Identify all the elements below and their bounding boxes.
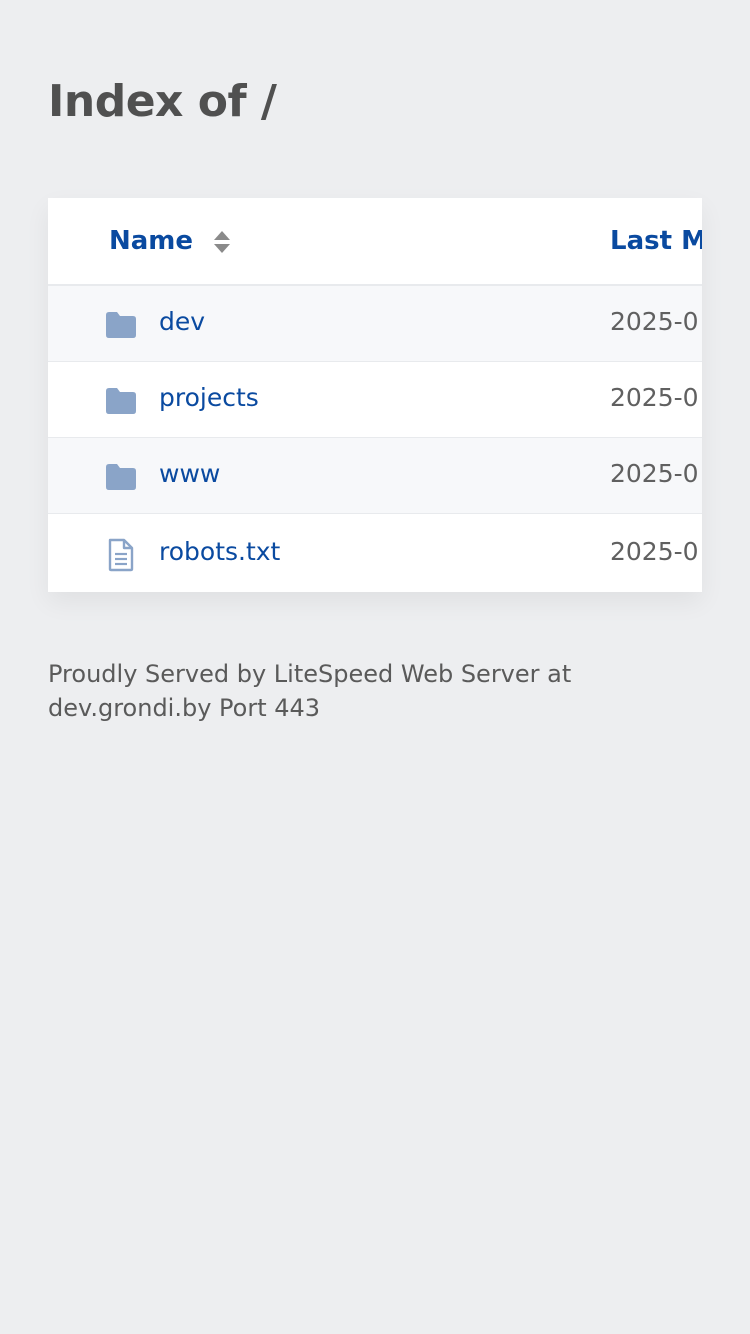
row-name-link[interactable]: dev xyxy=(159,307,205,336)
folder-icon xyxy=(106,312,136,338)
sort-icon[interactable] xyxy=(212,229,232,255)
row-modified: 2025-0 xyxy=(610,537,699,566)
row-modified: 2025-0 xyxy=(610,459,699,488)
file-text-icon xyxy=(108,538,134,572)
folder-icon xyxy=(106,388,136,414)
name-column-header[interactable]: Name xyxy=(109,226,193,256)
row-name-link[interactable]: robots.txt xyxy=(159,537,280,566)
page-title: Index of / xyxy=(48,76,277,127)
table-row[interactable]: www 2025-0 xyxy=(48,438,702,514)
row-modified: 2025-0 xyxy=(610,383,699,412)
table-header: Name Last Me xyxy=(48,198,702,286)
server-signature: Proudly Served by LiteSpeed Web Server a… xyxy=(48,660,572,722)
directory-listing: Name Last Me dev 2025-0 projects 2025-0 … xyxy=(48,198,702,592)
row-name-link[interactable]: projects xyxy=(159,383,259,412)
table-row[interactable]: projects 2025-0 xyxy=(48,362,702,438)
last-modified-column-header[interactable]: Last Me xyxy=(610,226,702,256)
table-row[interactable]: dev 2025-0 xyxy=(48,286,702,362)
row-modified: 2025-0 xyxy=(610,307,699,336)
table-row[interactable]: robots.txt 2025-0 xyxy=(48,514,702,592)
row-name-link[interactable]: www xyxy=(159,459,220,488)
folder-icon xyxy=(106,464,136,490)
